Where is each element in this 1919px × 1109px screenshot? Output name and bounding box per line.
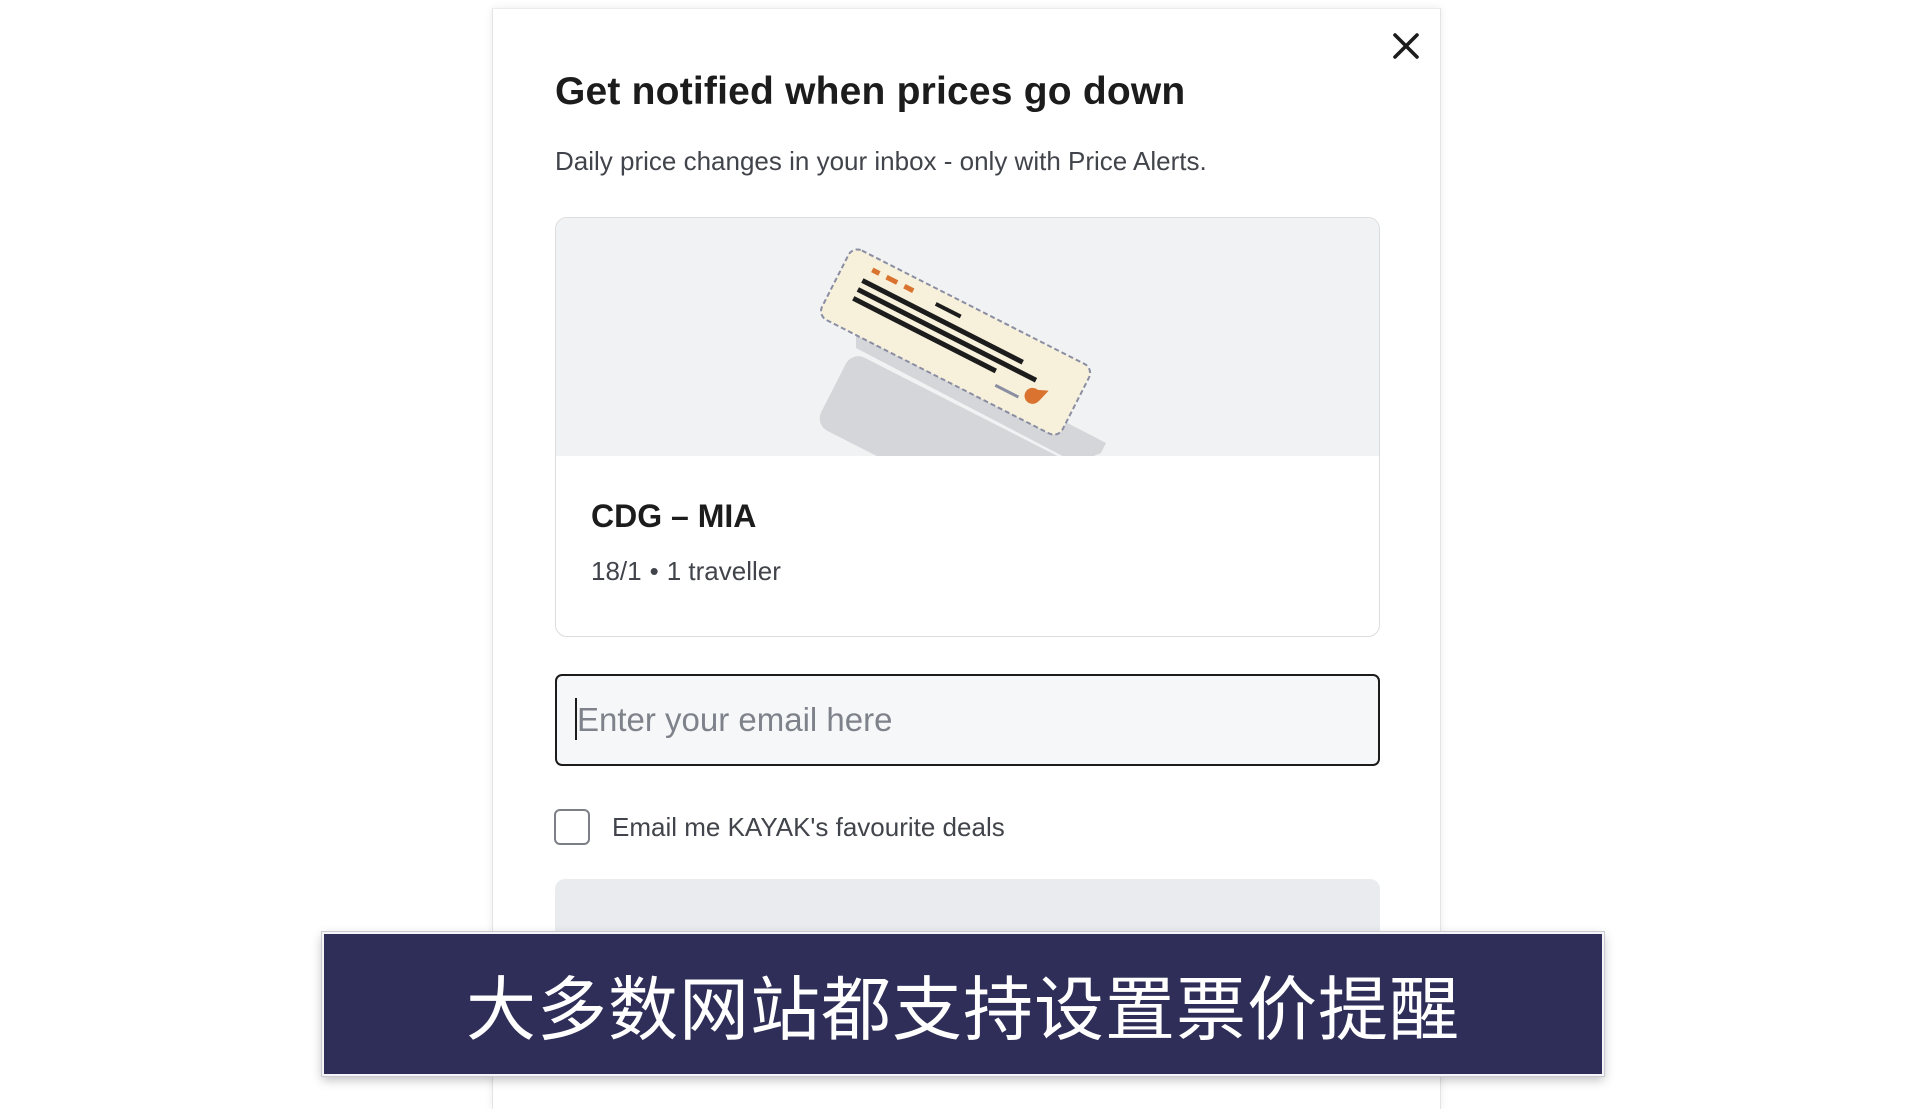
- caption-banner: 大多数网站都支持设置票价提醒: [322, 932, 1604, 1076]
- trip-illustration: [556, 218, 1379, 545]
- separator-dot: •: [649, 556, 659, 586]
- trip-route: CDG – MIA: [591, 498, 757, 534]
- deals-checkbox-row[interactable]: Email me KAYAK's favourite deals: [554, 807, 1005, 847]
- deals-checkbox[interactable]: [554, 809, 590, 845]
- close-icon[interactable]: [1388, 28, 1424, 64]
- trip-date: 18/1: [591, 556, 642, 586]
- email-input[interactable]: [555, 674, 1380, 766]
- deals-checkbox-label[interactable]: Email me KAYAK's favourite deals: [612, 812, 1005, 843]
- dialog-title: Get notified when prices go down: [555, 70, 1186, 113]
- trip-summary-card: CDG – MIA 18/1 • 1 traveller: [555, 217, 1380, 637]
- trip-details: 18/1 • 1 traveller: [591, 556, 781, 587]
- trip-travellers: 1 traveller: [666, 556, 781, 586]
- caption-text: 大多数网站都支持设置票价提醒: [466, 968, 1460, 1051]
- close-button[interactable]: [1388, 28, 1424, 64]
- dialog-subtitle: Daily price changes in your inbox - only…: [555, 146, 1207, 176]
- text-cursor: [575, 698, 577, 740]
- boarding-pass-illustration: [819, 248, 1106, 545]
